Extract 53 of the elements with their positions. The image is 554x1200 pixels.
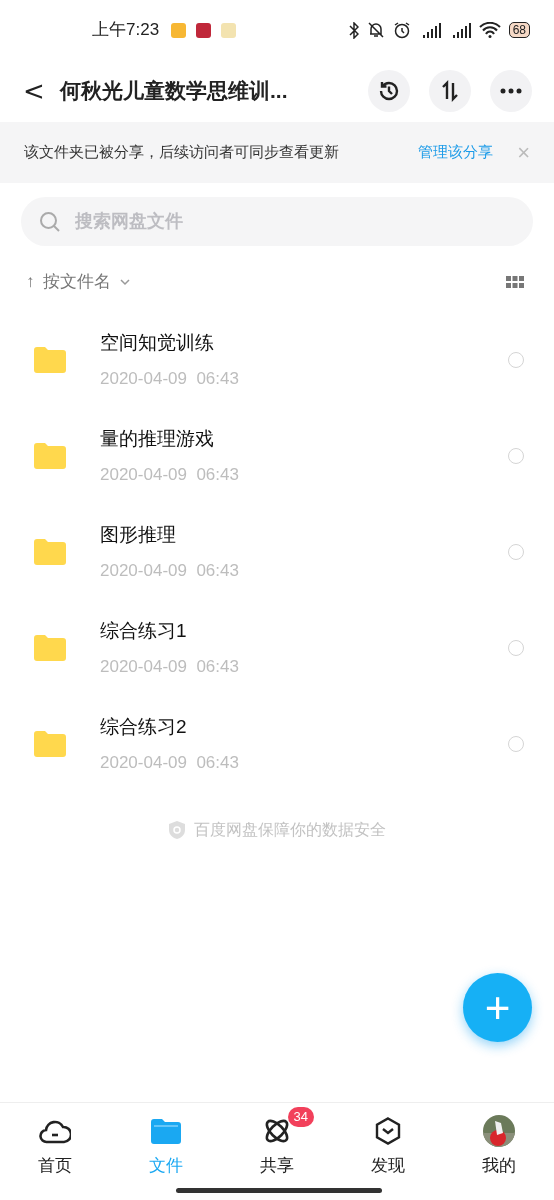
folder-name: 图形推理 bbox=[100, 523, 177, 547]
folder-row[interactable]: 综合练习1 2020-04-09 06:43 bbox=[0, 600, 554, 696]
folder-icon bbox=[34, 539, 66, 565]
folder-icon bbox=[34, 731, 66, 757]
shield-icon bbox=[168, 820, 186, 840]
folder-icon bbox=[151, 1118, 182, 1144]
back-button[interactable]: < bbox=[22, 71, 46, 111]
nav-tab[interactable]: 发现 bbox=[332, 1106, 444, 1179]
folder-row[interactable]: 图形推理 2020-04-09 06:43 bbox=[0, 504, 554, 600]
folder-name: 空间知觉训练 bbox=[100, 331, 215, 355]
folder-icon bbox=[34, 347, 66, 373]
orbit-icon bbox=[263, 1117, 291, 1145]
folder-icon bbox=[34, 443, 66, 469]
folder-date: 2020-04-09 06:43 bbox=[100, 751, 240, 774]
wifi-icon bbox=[478, 22, 501, 38]
chevron-down-icon bbox=[118, 278, 131, 286]
sort-transfer-button[interactable] bbox=[429, 70, 471, 112]
folder-date: 2020-04-09 06:43 bbox=[100, 655, 240, 678]
search-field[interactable]: 搜索网盘文件 bbox=[21, 197, 533, 246]
folder-row[interactable]: 综合练习2 2020-04-09 06:43 bbox=[0, 696, 554, 792]
history-icon bbox=[377, 79, 401, 103]
battery-indicator: 68 bbox=[508, 22, 530, 38]
more-icon bbox=[500, 88, 522, 94]
folder-date: 2020-04-09 06:43 bbox=[100, 463, 240, 486]
app-notification-icon bbox=[221, 22, 237, 38]
security-note: 百度网盘保障你的数据安全 bbox=[194, 820, 386, 840]
folder-name: 综合练习2 bbox=[100, 715, 188, 739]
more-button[interactable] bbox=[490, 70, 532, 112]
folder-row[interactable]: 量的推理游戏 2020-04-09 06:43 bbox=[0, 408, 554, 504]
nav-tab[interactable]: 首页 bbox=[0, 1106, 111, 1179]
hexagon-icon bbox=[374, 1117, 401, 1145]
share-notice: 该文件夹已被分享，后续访问者可同步查看更新 bbox=[24, 142, 339, 162]
mute-icon bbox=[366, 21, 385, 39]
folder-name: 量的推理游戏 bbox=[100, 427, 215, 451]
bluetooth-icon bbox=[348, 21, 359, 39]
app-notification-icon bbox=[196, 22, 212, 38]
folder-name: 综合练习1 bbox=[100, 619, 188, 643]
folder-date: 2020-04-09 06:43 bbox=[100, 367, 240, 390]
search-icon bbox=[39, 211, 61, 233]
folder-row[interactable]: 空间知觉训练 2020-04-09 06:43 bbox=[0, 312, 554, 408]
cloud-icon bbox=[39, 1118, 72, 1144]
nav-tab[interactable]: 共享 34 bbox=[221, 1106, 333, 1179]
folder-title: 何秋光儿童数学思维训... bbox=[60, 78, 288, 105]
folder-icon bbox=[34, 635, 66, 661]
alarm-icon bbox=[392, 21, 411, 39]
notification-badge: 34 bbox=[287, 1107, 315, 1127]
grid-view-icon[interactable] bbox=[506, 276, 524, 288]
nav-tab[interactable]: 我的 bbox=[443, 1106, 554, 1179]
status-time: 上午7:23 bbox=[92, 19, 160, 42]
folder-date: 2020-04-09 06:43 bbox=[100, 559, 240, 582]
app-notification-icon bbox=[171, 22, 187, 38]
sort-dropdown[interactable]: ↑ 按文件名 bbox=[26, 269, 131, 295]
history-button[interactable] bbox=[368, 70, 410, 112]
